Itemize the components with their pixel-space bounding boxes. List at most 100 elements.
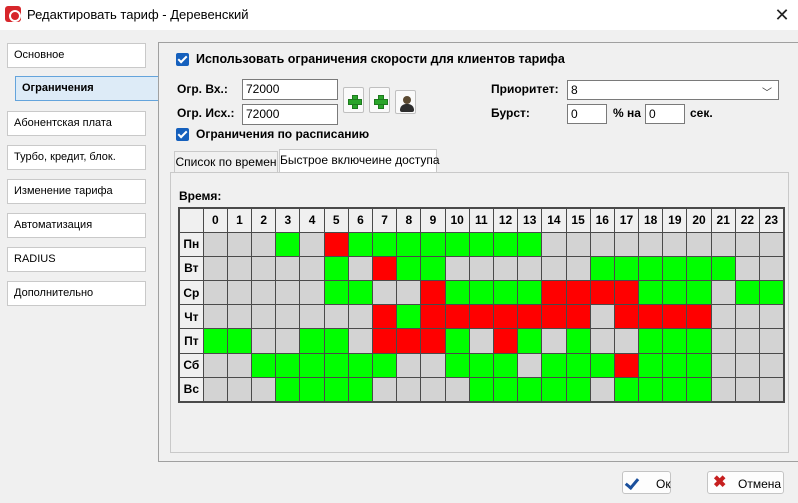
schedule-cell[interactable] [638, 376, 664, 403]
schedule-cell[interactable] [492, 255, 519, 282]
schedule-cell[interactable] [299, 304, 325, 330]
schedule-cell[interactable] [541, 376, 567, 403]
in-limit-input[interactable]: 72000 [242, 79, 338, 100]
schedule-cell[interactable] [638, 352, 664, 378]
schedule-cell[interactable] [251, 280, 277, 306]
schedule-cell[interactable] [202, 231, 228, 257]
schedule-cell[interactable] [565, 280, 591, 306]
schedule-cell[interactable] [517, 304, 543, 330]
schedule-cell[interactable] [323, 304, 349, 330]
schedule-cell[interactable] [613, 231, 640, 257]
sidebar-item-tariff-change[interactable]: Изменение тарифа [7, 179, 146, 204]
schedule-cell[interactable] [371, 328, 398, 354]
schedule-cell[interactable] [275, 231, 301, 257]
burst-percent-input[interactable]: 0 [567, 104, 607, 124]
schedule-cell[interactable] [638, 280, 664, 306]
schedule-cell[interactable] [299, 376, 325, 403]
schedule-cell[interactable] [662, 255, 688, 282]
schedule-cell[interactable] [710, 304, 736, 330]
schedule-cell[interactable] [565, 255, 591, 282]
schedule-cell[interactable] [758, 376, 785, 403]
schedule-cell[interactable] [396, 328, 422, 354]
schedule-cell[interactable] [444, 280, 470, 306]
schedule-cell[interactable] [275, 328, 301, 354]
schedule-cell[interactable] [662, 231, 688, 257]
schedule-cell[interactable] [541, 304, 567, 330]
schedule-cell[interactable] [251, 352, 277, 378]
sidebar-item-basic[interactable]: Основное [7, 43, 146, 68]
schedule-cell[interactable] [565, 352, 591, 378]
schedule-cell[interactable] [396, 231, 422, 257]
schedule-cell[interactable] [734, 352, 761, 378]
schedule-cell[interactable] [202, 255, 228, 282]
priority-select[interactable]: 8 ﹀ [567, 80, 779, 100]
schedule-cell[interactable] [565, 304, 591, 330]
close-icon[interactable]: ✕ [770, 3, 794, 27]
schedule-cell[interactable] [758, 304, 785, 330]
schedule-cell[interactable] [347, 376, 374, 403]
schedule-cell[interactable] [371, 304, 398, 330]
sidebar-item-turbo-credit[interactable]: Турбо, кредит, блок. [7, 145, 146, 170]
burst-seconds-input[interactable]: 0 [645, 104, 685, 124]
schedule-cell[interactable] [347, 231, 374, 257]
schedule-cell[interactable] [251, 231, 277, 257]
schedule-cell[interactable] [541, 231, 567, 257]
schedule-cell[interactable] [202, 352, 228, 378]
schedule-cell[interactable] [541, 328, 567, 354]
schedule-cell[interactable] [323, 376, 349, 403]
schedule-cell[interactable] [734, 255, 761, 282]
schedule-cell[interactable] [468, 231, 494, 257]
schedule-cell[interactable] [347, 280, 374, 306]
schedule-cell[interactable] [444, 255, 470, 282]
schedule-cell[interactable] [420, 255, 446, 282]
schedule-cell[interactable] [541, 280, 567, 306]
schedule-cell[interactable] [613, 304, 640, 330]
schedule-cell[interactable] [299, 231, 325, 257]
schedule-cell[interactable] [396, 352, 422, 378]
schedule-cell[interactable] [226, 352, 253, 378]
schedule-cell[interactable] [492, 231, 519, 257]
tab-quick-access[interactable]: Быстрое включеине доступа [279, 149, 440, 172]
schedule-cell[interactable] [517, 255, 543, 282]
schedule-cell[interactable] [468, 328, 494, 354]
schedule-cell[interactable] [710, 280, 736, 306]
schedule-cell[interactable] [589, 376, 615, 403]
schedule-cell[interactable] [275, 280, 301, 306]
use-speed-limit-checkbox[interactable] [176, 53, 189, 66]
schedule-cell[interactable] [226, 255, 253, 282]
schedule-cell[interactable] [541, 255, 567, 282]
schedule-cell[interactable] [444, 304, 470, 330]
schedule-cell[interactable] [371, 376, 398, 403]
sidebar-item-additional[interactable]: Дополнительно [7, 281, 146, 306]
schedule-cell[interactable] [710, 376, 736, 403]
schedule-cell[interactable] [251, 328, 277, 354]
schedule-cell[interactable] [299, 328, 325, 354]
schedule-cell[interactable] [251, 376, 277, 403]
sidebar-item-radius[interactable]: RADIUS [7, 247, 146, 272]
schedule-cell[interactable] [371, 280, 398, 306]
schedule-cell[interactable] [202, 376, 228, 403]
schedule-cell[interactable] [589, 255, 615, 282]
schedule-cell[interactable] [420, 376, 446, 403]
schedule-cell[interactable] [371, 255, 398, 282]
schedule-cell[interactable] [565, 328, 591, 354]
schedule-cell[interactable] [589, 280, 615, 306]
schedule-cell[interactable] [565, 231, 591, 257]
schedule-cell[interactable] [347, 255, 374, 282]
schedule-cell[interactable] [589, 352, 615, 378]
schedule-cell[interactable] [662, 376, 688, 403]
schedule-cell[interactable] [323, 231, 349, 257]
schedule-cell[interactable] [420, 231, 446, 257]
schedule-cell[interactable] [226, 280, 253, 306]
schedule-cell[interactable] [323, 255, 349, 282]
schedule-cell[interactable] [492, 304, 519, 330]
schedule-cell[interactable] [589, 328, 615, 354]
schedule-cell[interactable] [299, 255, 325, 282]
schedule-cell[interactable] [758, 328, 785, 354]
schedule-cell[interactable] [202, 280, 228, 306]
schedule-cell[interactable] [371, 231, 398, 257]
schedule-cell[interactable] [396, 255, 422, 282]
schedule-cell[interactable] [662, 328, 688, 354]
schedule-cell[interactable] [758, 352, 785, 378]
schedule-cell[interactable] [517, 280, 543, 306]
